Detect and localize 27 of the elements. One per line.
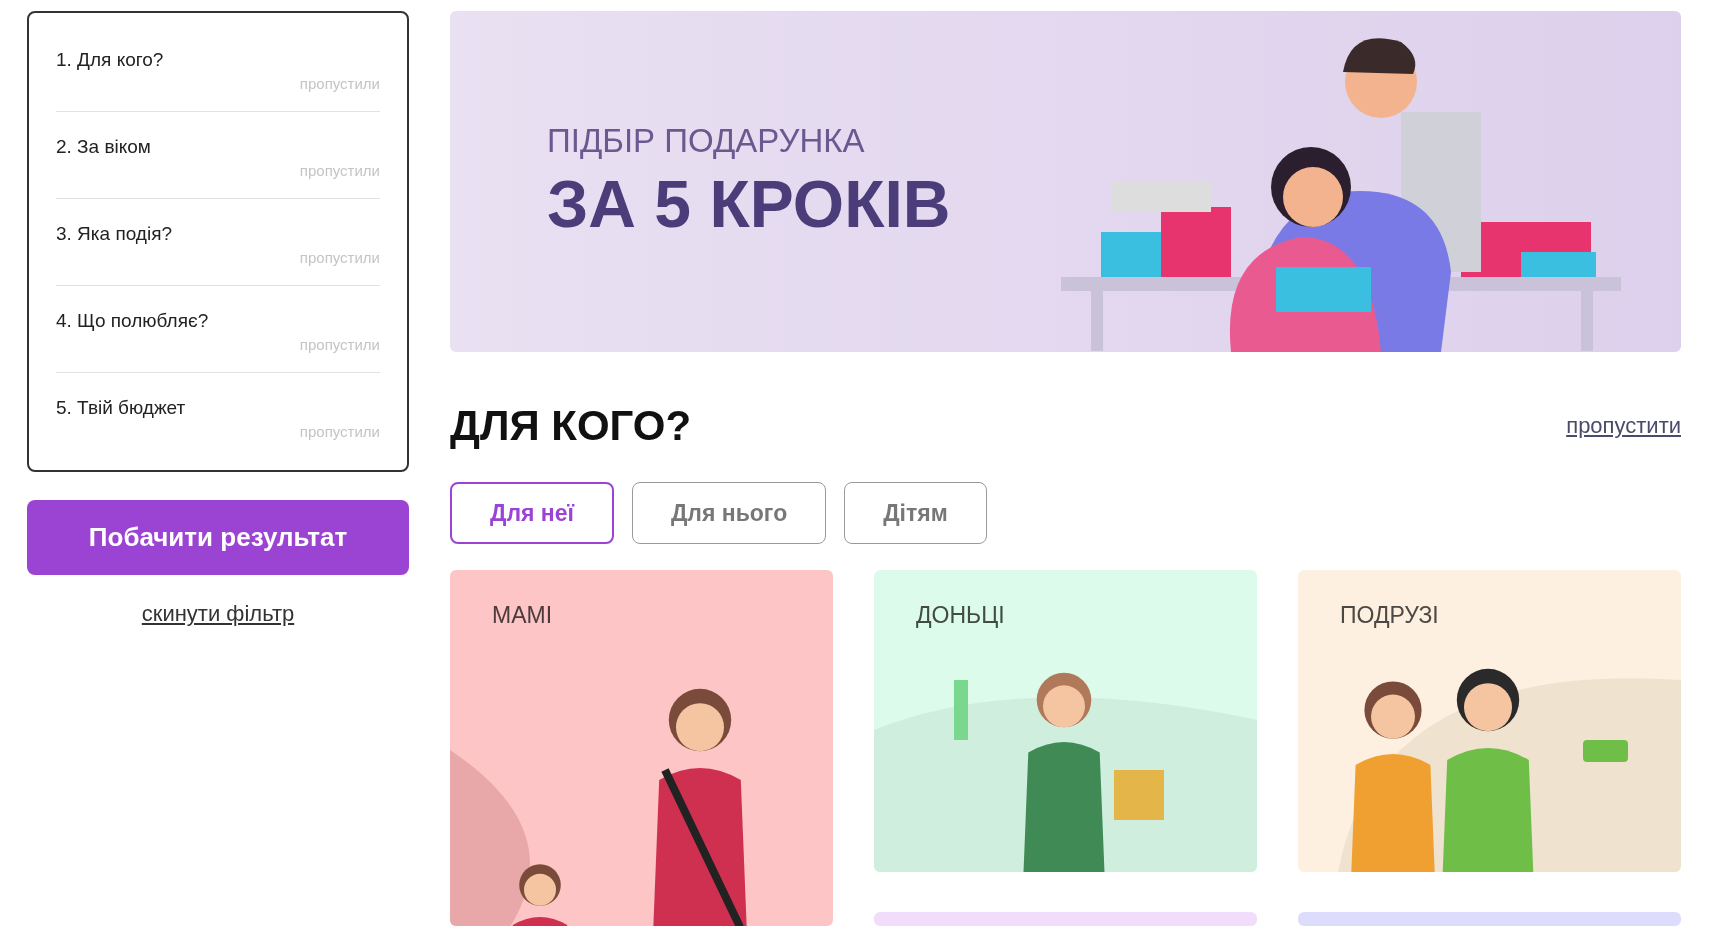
banner-title: ЗА 5 КРОКІВ (547, 165, 952, 242)
step-status: пропустили (299, 423, 380, 440)
card-label: ДОНЬЦІ (916, 602, 1005, 629)
reset-filter-link[interactable]: скинути фільтр (141, 601, 295, 627)
category-card[interactable] (874, 912, 1257, 926)
section-title: ДЛЯ КОГО? (450, 402, 692, 450)
skip-link[interactable]: пропустити (1566, 413, 1681, 439)
category-card[interactable]: ДОНЬЦІ (874, 570, 1257, 872)
step-status: пропустили (299, 162, 380, 179)
step-label[interactable]: 3. Яка подія? (56, 223, 173, 245)
filter-chip[interactable]: Для неї (450, 482, 614, 544)
step-label[interactable]: 1. Для кого? (56, 49, 164, 71)
step-status: пропустили (299, 249, 380, 266)
card-label: МАМІ (492, 602, 553, 629)
card-label: ПОДРУЗІ (1340, 602, 1439, 629)
step-label[interactable]: 4. Що полюбляє? (56, 310, 209, 332)
step-status: пропустили (299, 336, 380, 353)
category-card[interactable]: ПОДРУЗІ (1298, 570, 1681, 872)
filter-chip[interactable]: Для нього (631, 482, 827, 544)
filter-chip[interactable]: Дітям (844, 482, 987, 544)
step-label[interactable]: 2. За віком (56, 136, 151, 158)
result-button[interactable]: Побачити результат (27, 500, 409, 575)
category-card[interactable]: МАМІ (450, 570, 833, 926)
step-status: пропустили (299, 75, 380, 92)
category-card[interactable] (1298, 912, 1681, 926)
step-label[interactable]: 5. Твій бюджет (56, 397, 186, 419)
banner-subtitle: ПІДБІР ПОДАРУНКА (547, 121, 866, 160)
